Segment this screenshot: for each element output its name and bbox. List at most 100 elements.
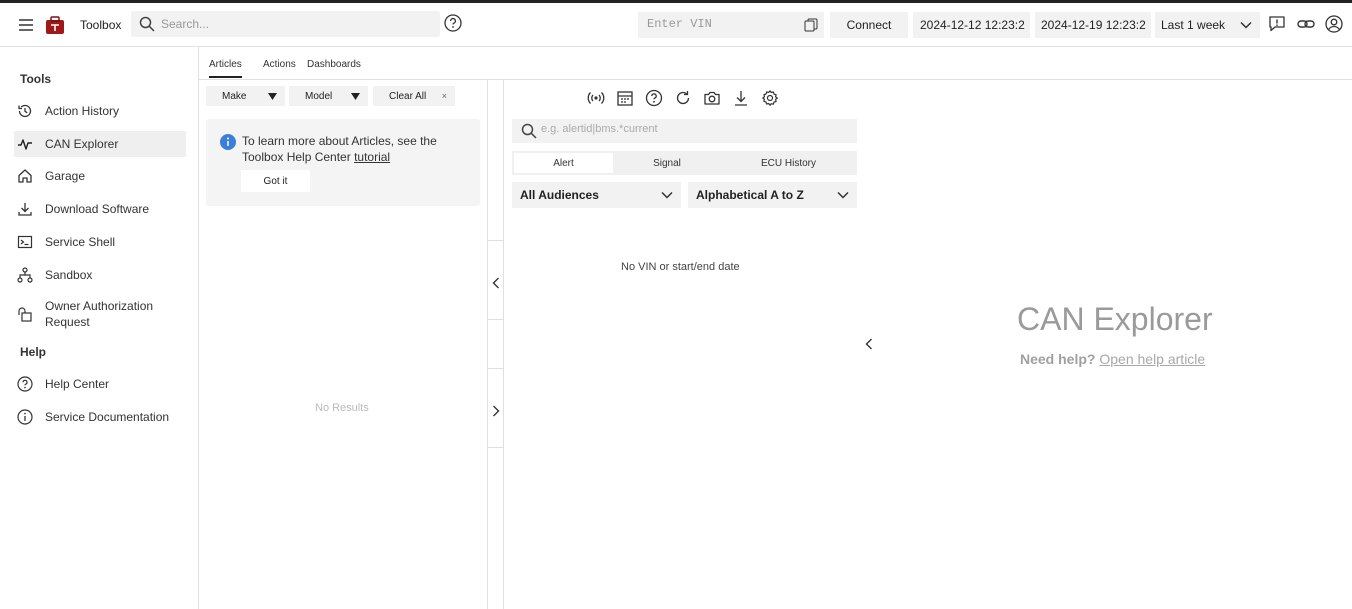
help-icon[interactable] — [444, 14, 462, 32]
sidebar-item-label: CAN Explorer — [45, 137, 119, 151]
app-header: Toolbox Connect 2024-12-12 12:23:2 2024-… — [0, 3, 1352, 47]
articles-panel: Make Model Clear All × To learn more abo… — [199, 80, 488, 609]
tools-section-title: Tools — [20, 72, 52, 86]
tab-dashboards[interactable]: Dashboards — [307, 59, 361, 70]
sidebar-item-label: Sandbox — [45, 268, 93, 282]
download-icon — [16, 200, 34, 218]
clear-all-label: Clear All — [389, 90, 427, 102]
info-banner: To learn more about Articles, see the To… — [206, 119, 480, 206]
divider — [488, 319, 504, 320]
panel-collapse-column — [488, 80, 504, 609]
refresh-icon[interactable] — [674, 89, 692, 107]
help-icon[interactable] — [645, 89, 663, 107]
start-date-field[interactable]: 2024-12-12 12:23:2 — [913, 12, 1030, 38]
no-results-text: No Results — [315, 402, 369, 414]
tab-articles[interactable]: Articles — [209, 59, 242, 78]
user-icon[interactable] — [1325, 15, 1343, 33]
search-icon — [521, 123, 537, 139]
explorer-segments: Alert Signal ECU History — [512, 151, 857, 175]
menu-icon[interactable] — [16, 16, 36, 34]
sidebar-item-label: Owner Authorization Request — [45, 299, 154, 329]
sidebar-item-label: Service Shell — [45, 235, 116, 249]
signal-search-input[interactable] — [541, 123, 841, 135]
calendar-icon[interactable] — [616, 89, 634, 107]
sidebar-item-sandbox[interactable]: Sandbox — [14, 262, 186, 288]
got-it-button[interactable]: Got it — [241, 170, 310, 192]
help-prompt: Need help? Open help article — [1020, 351, 1205, 367]
download-icon[interactable] — [732, 89, 750, 107]
copy-icon[interactable] — [804, 18, 818, 32]
time-range-label: Last 1 week — [1161, 18, 1226, 32]
tutorial-link[interactable]: tutorial — [354, 150, 390, 164]
signal-search[interactable] — [512, 119, 857, 143]
sidebar-item-download-software[interactable]: Download Software — [14, 196, 186, 222]
pulse-icon — [16, 135, 34, 153]
chevron-right-icon[interactable] — [492, 405, 500, 417]
sidebar-item-owner-authorization[interactable]: Owner Authorization Request — [14, 297, 186, 331]
link-icon[interactable] — [1297, 15, 1315, 33]
info-icon — [16, 408, 34, 426]
info-text: To learn more about Articles, see the To… — [242, 133, 467, 165]
camera-icon[interactable] — [703, 89, 721, 107]
clear-all-button[interactable]: Clear All × — [373, 86, 455, 106]
audience-label: All Audiences — [520, 188, 599, 202]
terminal-icon — [16, 233, 34, 251]
close-icon: × — [441, 91, 447, 101]
caret-down-icon — [351, 92, 360, 100]
sidebar: Tools Action History CAN Explorer Garage… — [0, 47, 199, 609]
chevron-left-icon[interactable] — [864, 337, 874, 351]
tab-actions[interactable]: Actions — [263, 59, 296, 70]
audience-dropdown[interactable]: All Audiences — [512, 182, 681, 208]
sidebar-item-action-history[interactable]: Action History — [14, 98, 186, 124]
toolbox-logo[interactable] — [44, 14, 66, 36]
time-range-select[interactable]: Last 1 week — [1155, 12, 1260, 38]
search-icon — [139, 16, 155, 32]
feedback-icon[interactable] — [1268, 15, 1286, 33]
vin-input[interactable] — [647, 17, 797, 31]
model-filter-label: Model — [305, 90, 333, 102]
info-icon — [220, 134, 236, 150]
make-filter[interactable]: Make — [206, 86, 285, 106]
brand-name: Toolbox — [80, 18, 122, 32]
sort-dropdown[interactable]: Alphabetical A to Z — [688, 182, 857, 208]
sidebar-item-service-shell[interactable]: Service Shell — [14, 229, 186, 255]
make-filter-label: Make — [222, 90, 247, 102]
help-prompt-text: Need help? — [1020, 351, 1096, 367]
sidebar-item-label: Download Software — [45, 202, 150, 216]
chevron-down-icon — [1240, 21, 1252, 29]
lock-icon — [16, 305, 34, 323]
open-help-article-link[interactable]: Open help article — [1099, 351, 1205, 367]
divider — [488, 368, 504, 369]
info-text-body: To learn more about Articles, see the To… — [242, 134, 437, 164]
sitemap-icon — [16, 266, 34, 284]
segment-signal[interactable]: Signal — [617, 153, 717, 173]
segment-ecu-history[interactable]: ECU History — [722, 153, 855, 173]
sidebar-item-label: Service Documentation — [45, 410, 170, 424]
sidebar-item-service-documentation[interactable]: Service Documentation — [14, 404, 186, 430]
segment-alert[interactable]: Alert — [514, 153, 613, 173]
sidebar-item-label: Help Center — [45, 377, 110, 391]
page-title: CAN Explorer — [1017, 301, 1213, 337]
end-date-field[interactable]: 2024-12-19 12:23:2 — [1035, 12, 1151, 38]
chevron-down-icon — [837, 191, 849, 199]
global-search-input[interactable] — [161, 15, 431, 33]
model-filter[interactable]: Model — [289, 86, 368, 106]
sidebar-item-label: Action History — [45, 104, 120, 118]
vin-field[interactable] — [638, 12, 824, 38]
sidebar-item-label: Garage — [45, 169, 86, 183]
home-icon — [16, 167, 34, 185]
help-icon — [16, 375, 34, 393]
signal-icon[interactable] — [587, 89, 605, 107]
sidebar-item-can-explorer[interactable]: CAN Explorer — [14, 131, 186, 157]
sidebar-item-garage[interactable]: Garage — [14, 163, 186, 189]
divider — [488, 240, 504, 241]
settings-icon[interactable] — [761, 89, 779, 107]
sidebar-item-help-center[interactable]: Help Center — [14, 371, 186, 397]
article-tabs: Articles Actions Dashboards — [199, 47, 1352, 80]
chevron-left-icon[interactable] — [492, 277, 500, 289]
help-section-title: Help — [20, 345, 47, 359]
global-search[interactable] — [131, 11, 440, 37]
chevron-down-icon — [661, 191, 673, 199]
connect-button[interactable]: Connect — [830, 12, 908, 38]
divider — [488, 447, 504, 448]
